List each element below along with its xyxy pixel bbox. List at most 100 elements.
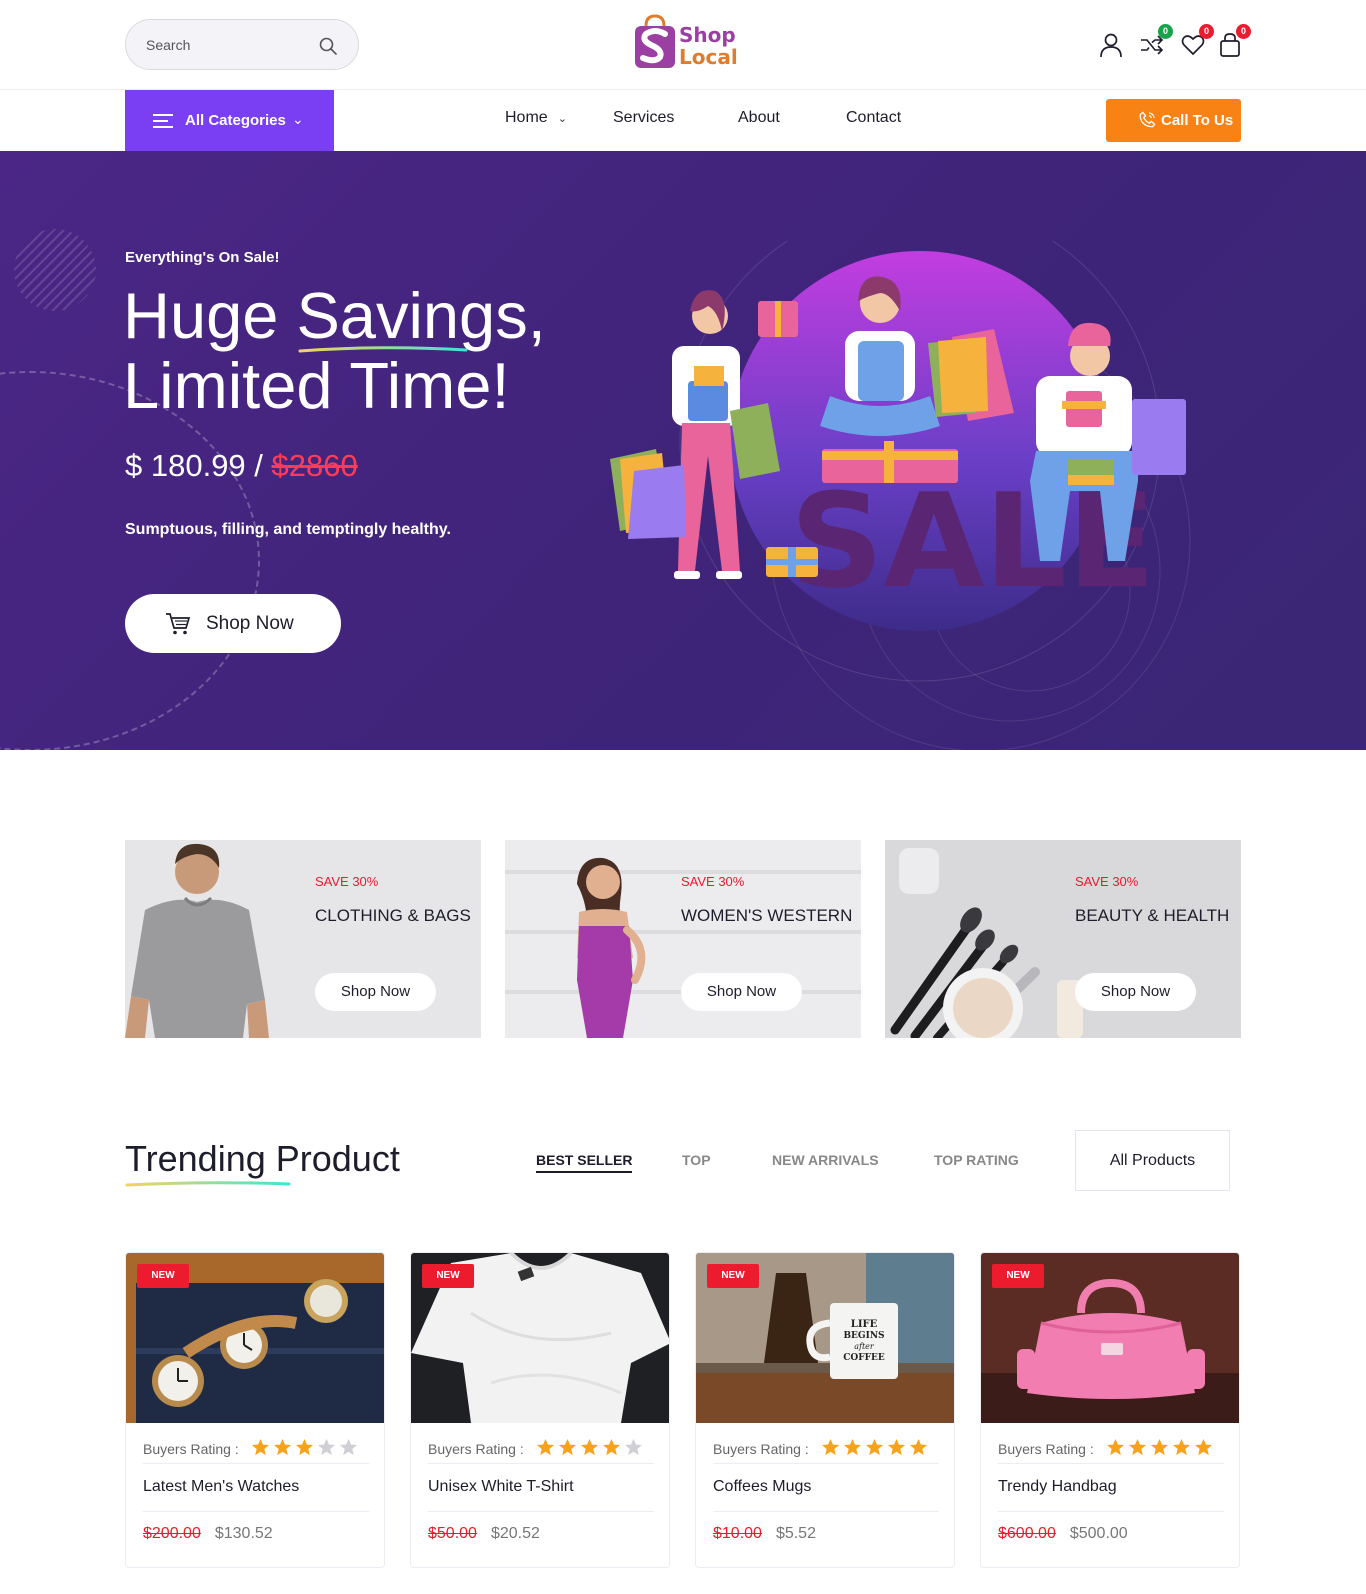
star-empty-icon	[317, 1438, 336, 1456]
buyers-rating: Buyers Rating :	[998, 1438, 1224, 1464]
tab-new-arrivals[interactable]: NEW ARRIVALS	[772, 1152, 879, 1168]
star-filled-icon	[1128, 1438, 1147, 1456]
buyers-rating: Buyers Rating :	[143, 1438, 369, 1464]
call-to-us-button[interactable]: Call To Us	[1106, 99, 1241, 142]
buyers-rating: Buyers Rating :	[428, 1438, 654, 1464]
hero-banner: Everything's On Sale! Huge Savings, Limi…	[0, 151, 1366, 750]
banner-save-label: SAVE 30%	[315, 874, 379, 889]
all-products-button[interactable]: All Products	[1075, 1130, 1230, 1191]
product-name[interactable]: Latest Men's Watches	[143, 1478, 369, 1512]
hero-title-line2: Limited Time!	[123, 349, 510, 422]
chevron-down-icon: ⌄	[292, 111, 304, 127]
current-price: $20.52	[490, 1525, 540, 1542]
compare-count-badge: 0	[1158, 24, 1173, 39]
account-button[interactable]	[1098, 32, 1124, 58]
banner-shop-now-button[interactable]: Shop Now	[315, 973, 436, 1011]
nav-services[interactable]: Services	[613, 109, 674, 127]
header-icons: 0 0 0	[1090, 24, 1251, 64]
rating-label: Buyers Rating :	[428, 1441, 524, 1457]
menu-icon	[153, 114, 173, 128]
tab-best-seller[interactable]: BEST SELLER	[536, 1152, 633, 1173]
old-price: $50.00	[428, 1525, 477, 1542]
product-prices: $600.00 $500.00	[998, 1525, 1128, 1543]
star-filled-icon	[1172, 1438, 1191, 1456]
star-filled-icon	[558, 1438, 577, 1456]
rating-stars	[821, 1438, 931, 1458]
product-name[interactable]: Unisex White T-Shirt	[428, 1478, 654, 1512]
product-card[interactable]: NEW Buyers Rating : Latest Men's Watches…	[125, 1252, 385, 1568]
shopping-bag-logo-icon	[635, 14, 675, 68]
product-prices: $10.00 $5.52	[713, 1525, 816, 1543]
svg-text:LIFE: LIFE	[851, 1319, 878, 1330]
user-icon	[1100, 33, 1122, 58]
hero-title-line1: Huge Savings,	[123, 279, 546, 352]
logo-text-line1: Shop	[679, 23, 736, 47]
logo-text-line2: Local	[679, 45, 738, 69]
phone-icon	[1139, 111, 1156, 128]
product-name[interactable]: Coffees Mugs	[713, 1478, 939, 1512]
star-filled-icon	[602, 1438, 621, 1456]
banner-beauty-health[interactable]: SAVE 30% BEAUTY & HEALTH Shop Now	[885, 840, 1241, 1038]
cart-button[interactable]: 0	[1217, 24, 1251, 58]
wishlist-button[interactable]: 0	[1180, 24, 1214, 58]
nav-home-label: Home	[505, 109, 548, 126]
svg-text:BEGINS: BEGINS	[843, 1331, 884, 1341]
search-box[interactable]	[125, 19, 359, 70]
rating-stars	[536, 1438, 646, 1458]
all-categories-label: All Categories	[185, 112, 286, 129]
banner-womens-western[interactable]: SAVE 30% WOMEN'S WESTERN Shop Now	[505, 840, 861, 1038]
decorative-dashed-arc	[0, 371, 260, 750]
search-icon[interactable]	[318, 36, 338, 56]
tab-top-rating[interactable]: TOP RATING	[934, 1152, 1019, 1168]
hero-eyebrow: Everything's On Sale!	[125, 249, 280, 266]
hero-shop-now-label: Shop Now	[206, 613, 294, 634]
product-card[interactable]: NEW Buyers Rating : Trendy Handbag $600.…	[980, 1252, 1240, 1568]
star-filled-icon	[843, 1438, 862, 1456]
call-to-us-label: Call To Us	[1161, 112, 1234, 129]
star-filled-icon	[536, 1438, 555, 1456]
star-filled-icon	[580, 1438, 599, 1456]
star-filled-icon	[887, 1438, 906, 1456]
trending-title: Trending Product	[125, 1138, 400, 1179]
old-price: $200.00	[143, 1525, 201, 1542]
star-empty-icon	[339, 1438, 358, 1456]
shop-logo[interactable]: Shop Local	[633, 14, 743, 74]
tab-top[interactable]: TOP	[682, 1152, 711, 1168]
nav-contact[interactable]: Contact	[846, 109, 901, 127]
nav-about[interactable]: About	[738, 109, 780, 127]
star-filled-icon	[1106, 1438, 1125, 1456]
man-grey-tshirt-image	[125, 843, 269, 1038]
product-name[interactable]: Trendy Handbag	[998, 1478, 1224, 1512]
hero-shop-now-button[interactable]: Shop Now	[125, 594, 341, 653]
star-filled-icon	[251, 1438, 270, 1456]
rating-stars	[251, 1438, 361, 1458]
current-price: $130.52	[214, 1525, 273, 1542]
compare-button[interactable]: 0	[1139, 24, 1173, 58]
svg-text:COFFEE: COFFEE	[843, 1353, 885, 1363]
banner-shop-now-button[interactable]: Shop Now	[1075, 973, 1196, 1011]
star-empty-icon	[624, 1438, 643, 1456]
product-card[interactable]: NEW Buyers Rating : Unisex White T-Shirt…	[410, 1252, 670, 1568]
product-card[interactable]: LIFE BEGINS after COFFEE NEW Buyers Rati…	[695, 1252, 955, 1568]
rating-label: Buyers Rating :	[143, 1441, 239, 1457]
all-categories-button[interactable]: All Categories ⌄	[125, 90, 334, 151]
banner-save-label: SAVE 30%	[681, 874, 745, 889]
star-filled-icon	[865, 1438, 884, 1456]
banner-category-name: WOMEN'S WESTERN	[681, 906, 853, 925]
svg-text:after: after	[854, 1342, 875, 1351]
rating-stars	[1106, 1438, 1216, 1458]
title-underline-swoosh	[298, 346, 468, 353]
top-header: Shop Local 0 0	[0, 0, 1366, 90]
woman-purple-dress-image	[505, 857, 861, 1038]
nav-home[interactable]: Home ⌄	[505, 109, 567, 127]
banner-category-name: CLOTHING & BAGS	[315, 906, 471, 925]
decorative-striped-circle	[14, 229, 96, 311]
star-filled-icon	[1150, 1438, 1169, 1456]
current-price: $5.52	[775, 1525, 816, 1542]
banner-clothing-bags[interactable]: SAVE 30% CLOTHING & BAGS Shop Now	[125, 840, 481, 1038]
chevron-down-icon: ⌄	[557, 113, 567, 125]
search-input[interactable]	[146, 34, 306, 56]
star-filled-icon	[909, 1438, 928, 1456]
banner-shop-now-button[interactable]: Shop Now	[681, 973, 802, 1011]
new-badge: NEW	[137, 1264, 189, 1288]
